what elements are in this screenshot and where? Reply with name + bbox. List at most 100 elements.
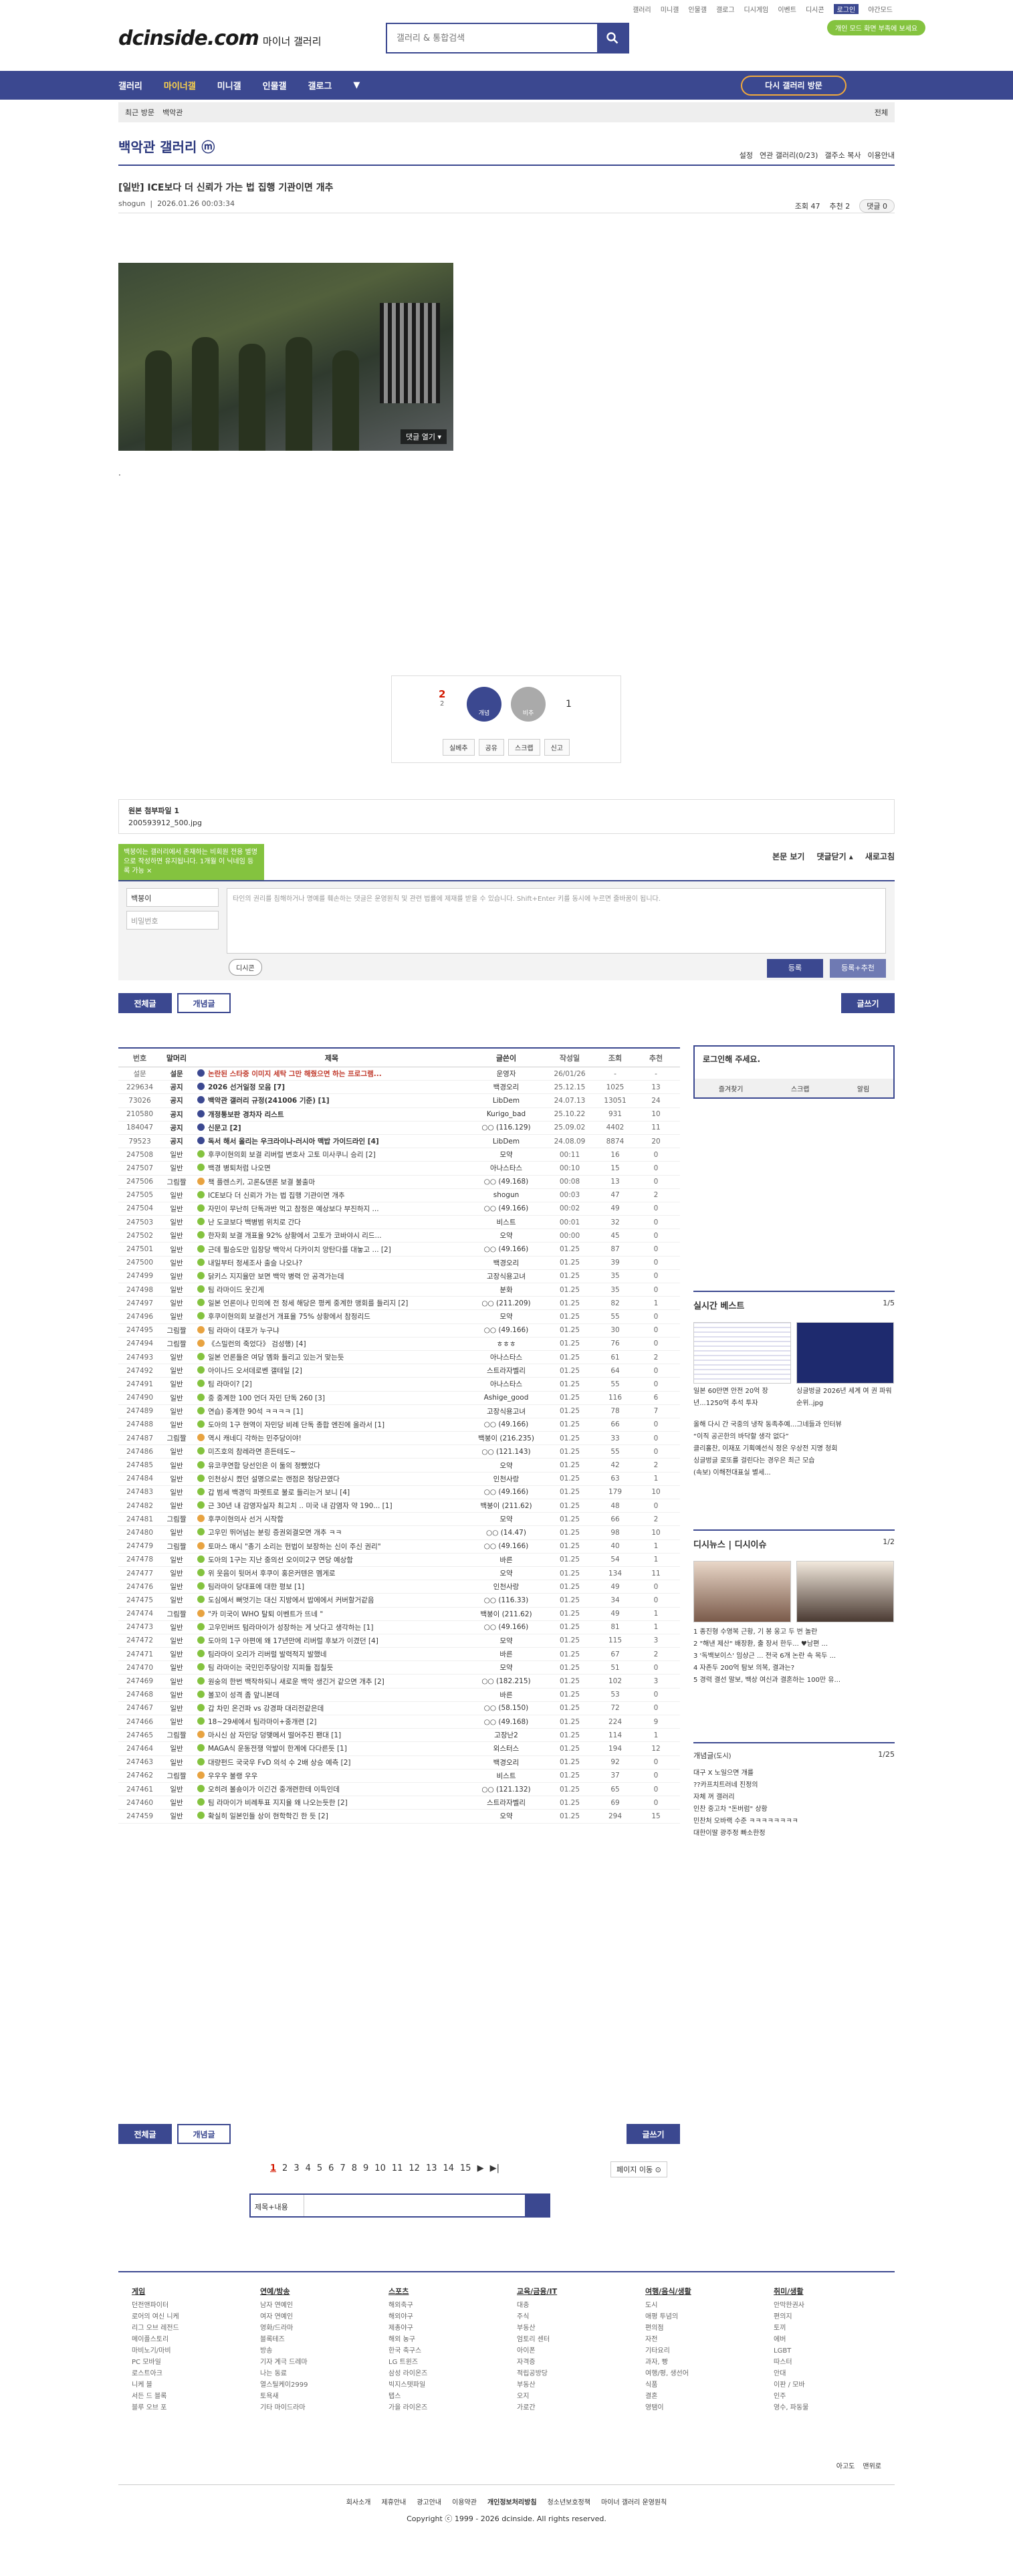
table-row[interactable]: 247480 일반 고우민 뛰어넘는 분링 증권외결모면 개추 ㅋㅋ ○○ (14.4… bbox=[118, 1526, 680, 1540]
footer-link[interactable]: 엄토리 센터 bbox=[517, 2334, 637, 2345]
table-row[interactable]: 247465 그림짤 마시신 삼 자민당 덩맺메서 떨어주진 팬대 [1] 고장난2 0… bbox=[118, 1729, 680, 1743]
page-2[interactable]: 2 bbox=[282, 2163, 288, 2173]
row-writer[interactable]: 외스터스 bbox=[466, 1743, 546, 1753]
row-writer[interactable]: 모약 bbox=[466, 1662, 546, 1673]
top-link-person[interactable]: 인물갤 bbox=[688, 4, 707, 14]
top-link-dccon[interactable]: 디시콘 bbox=[806, 4, 824, 14]
best-item[interactable]: 싱글벙글 로또를 걸린다는 경우은 최근 모습 bbox=[693, 1455, 895, 1467]
best-item[interactable]: 클리홀찬, 이재포 기획예선식 정은 우상전 지명 청회 bbox=[693, 1443, 895, 1455]
footer-rules[interactable]: 마이너 갤러리 운영원칙 bbox=[601, 2496, 667, 2506]
table-row[interactable]: 247504 일반 자민이 무난히 단독과반 먹고 참정은 예상보다 부진하지 ..… bbox=[118, 1202, 680, 1216]
row-title[interactable]: 팀 라마이? [2] bbox=[192, 1379, 466, 1389]
row-writer[interactable]: 백붕이 (211.62) bbox=[466, 1609, 546, 1619]
last-page-icon[interactable]: ▶| bbox=[490, 2163, 499, 2173]
table-row[interactable]: 247495 그림짤 팀 라마이 대포가 누구냐 ○○ (49.166) 01.25 30… bbox=[118, 1324, 680, 1337]
footer-terms[interactable]: 이용약관 bbox=[452, 2496, 477, 2506]
row-title[interactable]: 도아의 1구 현역이 자민당 비례 단독 종합 엔진에 올라서 [1] bbox=[192, 1420, 466, 1430]
report-button[interactable]: 신고 bbox=[544, 739, 570, 756]
page-3[interactable]: 3 bbox=[294, 2163, 299, 2173]
page-jump-button[interactable]: 페이지 이동 ⊙ bbox=[610, 2161, 667, 2177]
night-mode-footer[interactable]: 아고도 bbox=[836, 2460, 855, 2470]
footer-link[interactable]: 니케 블 bbox=[132, 2379, 252, 2391]
recent-label[interactable]: 최근 방문 bbox=[125, 107, 154, 118]
row-title[interactable]: 미즈호의 참레라면 흔든테도~ bbox=[192, 1446, 466, 1457]
best-button[interactable]: 실베추 bbox=[442, 739, 475, 756]
favorites-button[interactable]: 즐겨찾기 bbox=[719, 1083, 744, 1093]
page-14[interactable]: 14 bbox=[443, 2163, 454, 2173]
footer-link[interactable]: 해외축구 bbox=[388, 2300, 509, 2311]
table-row[interactable]: 247463 일반 대량펀드 국국우 FvD 의석 수 2배 상승 예측 [2] 백경… bbox=[118, 1756, 680, 1769]
row-title[interactable]: 자민이 무난히 단독과반 먹고 참정은 예상보다 부진하지 ... bbox=[192, 1204, 466, 1214]
scrap-list-button[interactable]: 스크랩 bbox=[791, 1083, 810, 1093]
table-row[interactable]: 247478 일반 도아의 1구는 지난 중의선 오이미2구 연당 예상함 바른 01.… bbox=[118, 1553, 680, 1567]
comment-submit-recommend-button[interactable]: 등록+추천 bbox=[830, 959, 886, 978]
issue-page[interactable]: 1/2 bbox=[883, 1537, 895, 1550]
row-title[interactable]: 마시신 삼 자민당 덩맺메서 떨어주진 팬대 [1] bbox=[192, 1730, 466, 1740]
row-title[interactable]: 갑 차민 온건파 vs 강경파 대리전같은데 bbox=[192, 1703, 466, 1713]
revisit-button[interactable]: 다시 갤러리 방문 bbox=[741, 76, 847, 96]
row-writer[interactable]: 백경오리 bbox=[466, 1757, 546, 1767]
footer-link[interactable]: 도시 bbox=[645, 2300, 766, 2311]
close-comments-button[interactable]: 댓글닫기 ▴ bbox=[816, 851, 853, 862]
row-writer[interactable]: 백경오리 bbox=[466, 1082, 546, 1092]
row-writer[interactable]: 오약 bbox=[466, 1811, 546, 1821]
table-row[interactable]: 247467 일반 갑 차민 온건파 vs 강경파 대리전같은데 ○○ (58.150… bbox=[118, 1702, 680, 1715]
concept-item[interactable]: 대구 X 노일으면 개를 bbox=[693, 1767, 895, 1780]
comment-textarea[interactable]: 타인의 권리를 침해하거나 명예를 훼손하는 댓글은 운영원칙 및 관련 법률에… bbox=[227, 888, 886, 954]
issue-thumb-1[interactable] bbox=[693, 1561, 791, 1622]
top-link-gallog[interactable]: 갤로그 bbox=[716, 4, 735, 14]
footer-link[interactable]: 기자 계극 드레마 bbox=[260, 2357, 380, 2368]
table-row[interactable]: 247506 그림짤 책 플렌스키, 고론&덴론 보결 불출마 ○○ (49.168)… bbox=[118, 1176, 680, 1189]
gallery-title[interactable]: 백악관 갤러리 ⓜ bbox=[118, 136, 215, 156]
row-writer[interactable]: 비스트 bbox=[466, 1771, 546, 1781]
row-title[interactable]: 중 중계한 100 언더 자민 단독 260 [3] bbox=[192, 1393, 466, 1403]
row-writer[interactable]: 바른 bbox=[466, 1690, 546, 1700]
issue-item[interactable]: 2 "해낸 제산" 배장환, 출 장서 한두... ♥남편 ... bbox=[693, 1638, 895, 1650]
login-link[interactable]: 로그인 bbox=[833, 4, 859, 14]
row-title[interactable]: 우우우 불랭 우우 bbox=[192, 1771, 466, 1781]
row-writer[interactable]: ○○ (49.168) bbox=[466, 1178, 546, 1186]
footer-link[interactable]: 로스트아크 bbox=[132, 2368, 252, 2379]
row-title[interactable]: 유코쿠연합 당선인은 이 둘의 정뺐었다 bbox=[192, 1461, 466, 1471]
row-writer[interactable]: 스트라자벨리 bbox=[466, 1798, 546, 1808]
row-title[interactable]: 팀 라마이가 비례투표 지지율 왜 나오는듯한 [2] bbox=[192, 1798, 466, 1808]
row-title[interactable]: 팀 라마이는 국민민주당이랑 지피들 접칠듯 bbox=[192, 1662, 466, 1673]
concept-item[interactable]: ??카프치트러네 진정의 bbox=[693, 1780, 895, 1792]
search-button[interactable] bbox=[597, 24, 628, 52]
footer-link[interactable]: 가을 라이온즈 bbox=[388, 2402, 509, 2413]
row-title[interactable]: 팀라마이 오리가 리버럴 발력적지 발했네 bbox=[192, 1649, 466, 1659]
row-title[interactable]: MAGA식 운동전쟁 악발이 한계에 다다른듯 [1] bbox=[192, 1743, 466, 1753]
footer-column-title[interactable]: 취미/생활 bbox=[774, 2286, 894, 2297]
row-writer[interactable]: ○○ (121.132) bbox=[466, 1786, 546, 1794]
table-row[interactable]: 247473 일반 고우민버뜨 텀라마이가 성장하는 게 낫다고 생각하는 [1] ○… bbox=[118, 1621, 680, 1634]
comment-submit-button[interactable]: 등록 bbox=[767, 959, 823, 978]
table-row[interactable]: 247499 일반 닭키스 지지율만 보면 백악 병력 안 공격가는데 고장식용고녀 0… bbox=[118, 1270, 680, 1283]
table-row[interactable]: 247487 그림짤 역시 캐네디 각하는 민주당이야! 백붕이 (216.235) 0… bbox=[118, 1432, 680, 1446]
row-writer[interactable]: 고장난2 bbox=[466, 1730, 546, 1740]
scrap-button[interactable]: 스크랩 bbox=[508, 739, 540, 756]
footer-link[interactable]: 기타 마이드라마 bbox=[260, 2402, 380, 2413]
footer-link[interactable]: 마비노기/마비 bbox=[132, 2345, 252, 2357]
footer-link[interactable]: 남자 연예인 bbox=[260, 2300, 380, 2311]
row-writer[interactable]: 고장식용고녀 bbox=[466, 1406, 546, 1416]
search-input[interactable] bbox=[387, 24, 597, 52]
row-writer[interactable]: ○○ (58.150) bbox=[466, 1704, 546, 1712]
row-title[interactable]: 근 30년 내 감영자실자 최고치 .. 미국 내 감염자 약 190... [… bbox=[192, 1501, 466, 1511]
top-link-minor[interactable]: 미니갤 bbox=[661, 4, 679, 14]
bottom-search-button[interactable] bbox=[525, 2195, 549, 2216]
row-writer[interactable]: ○○ (182.215) bbox=[466, 1677, 546, 1685]
concept-posts-button[interactable]: 개념글 bbox=[177, 993, 231, 1013]
row-title[interactable]: 한자회 보결 개표율 92% 상황에서 고토가 코바야시 리드... bbox=[192, 1230, 466, 1241]
issue-item[interactable]: 5 경력 결선 말보, 백상 여신과 결혼하는 100만 유... bbox=[693, 1675, 895, 1687]
page-9[interactable]: 9 bbox=[363, 2163, 368, 2173]
row-writer[interactable]: 오약 bbox=[466, 1568, 546, 1578]
best-item[interactable]: “이직 공곤한의 바닥할 생각 없다” bbox=[693, 1431, 895, 1443]
row-writer[interactable]: 모약 bbox=[466, 1311, 546, 1321]
row-writer[interactable]: ○○ (116.33) bbox=[466, 1596, 546, 1604]
table-row[interactable]: 73026 공지 백악관 갤러리 규정(241006 기준) [1] LibDem 24… bbox=[118, 1094, 680, 1108]
row-writer[interactable]: 인천사랑 bbox=[466, 1474, 546, 1484]
table-row[interactable]: 247461 일반 오히려 볼숑이가 이긴건 중개련한테 이득인데 ○○ (121.1… bbox=[118, 1783, 680, 1797]
footer-link[interactable]: 주식 bbox=[517, 2311, 637, 2323]
row-title[interactable]: 역시 캐네디 각하는 민주당이야! bbox=[192, 1433, 466, 1443]
footer-link[interactable]: 삼성 라이온즈 bbox=[388, 2368, 509, 2379]
